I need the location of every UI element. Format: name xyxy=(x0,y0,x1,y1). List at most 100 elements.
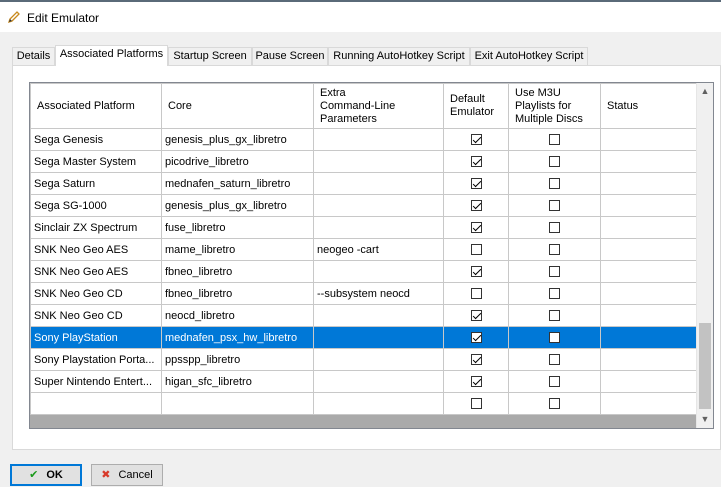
cell-m3u[interactable] xyxy=(508,282,601,305)
cell-core[interactable]: fbneo_libretro xyxy=(161,260,314,283)
column-header-status[interactable]: Status xyxy=(600,83,698,129)
cell-status[interactable] xyxy=(600,304,698,327)
use-m3u-checkbox[interactable] xyxy=(549,266,560,278)
cell-params[interactable] xyxy=(313,172,444,195)
column-header-params[interactable]: Extra Command-Line Parameters xyxy=(313,83,444,129)
cell-default[interactable] xyxy=(443,128,509,151)
cell-status[interactable] xyxy=(600,238,698,261)
default-emulator-checkbox[interactable] xyxy=(470,134,482,146)
cell-status[interactable] xyxy=(600,392,698,415)
cell-platform[interactable]: Sony Playstation Porta... xyxy=(30,348,162,371)
scroll-up-icon[interactable]: ▲ xyxy=(697,83,713,100)
table-row[interactable]: Sony Playstation Porta... ppsspp_libretro xyxy=(30,348,698,371)
cell-core[interactable]: fuse_libretro xyxy=(161,216,314,239)
table-row[interactable]: SNK Neo Geo CD fbneo_libretro --subsystem … xyxy=(30,282,698,305)
cell-m3u[interactable] xyxy=(508,216,601,239)
cell-status[interactable] xyxy=(600,348,698,371)
tab-details[interactable]: Details xyxy=(12,47,55,65)
cell-default[interactable] xyxy=(443,370,509,393)
use-m3u-checkbox[interactable] xyxy=(549,398,560,410)
cell-default[interactable] xyxy=(443,348,509,371)
cell-platform[interactable]: SNK Neo Geo CD xyxy=(30,282,162,305)
cell-default[interactable] xyxy=(443,150,509,173)
cell-status[interactable] xyxy=(600,194,698,217)
cell-core[interactable]: picodrive_libretro xyxy=(161,150,314,173)
tab-startup-screen[interactable]: Startup Screen xyxy=(168,47,252,65)
use-m3u-checkbox[interactable] xyxy=(549,200,560,212)
cancel-button[interactable]: ✖ Cancel xyxy=(91,464,163,486)
cell-default[interactable] xyxy=(443,282,509,305)
cell-core[interactable]: ppsspp_libretro xyxy=(161,348,314,371)
table-row[interactable]: SNK Neo Geo CD neocd_libretro xyxy=(30,304,698,327)
cell-default[interactable] xyxy=(443,238,509,261)
cell-status[interactable] xyxy=(600,370,698,393)
table-row[interactable]: Sinclair ZX Spectrum fuse_libretro xyxy=(30,216,698,239)
cell-m3u[interactable] xyxy=(508,238,601,261)
cell-platform[interactable]: SNK Neo Geo AES xyxy=(30,260,162,283)
default-emulator-checkbox[interactable] xyxy=(470,200,482,212)
use-m3u-checkbox[interactable] xyxy=(549,310,560,322)
cell-core[interactable]: mednafen_saturn_libretro xyxy=(161,172,314,195)
cell-platform[interactable]: Sony PlayStation xyxy=(30,326,162,349)
table-row[interactable]: Sega Saturn mednafen_saturn_libretro xyxy=(30,172,698,195)
column-header-platform[interactable]: Associated Platform xyxy=(30,83,162,129)
vertical-scrollbar[interactable]: ▲ ▼ xyxy=(696,83,713,428)
cell-default[interactable] xyxy=(443,304,509,327)
cell-params[interactable] xyxy=(313,216,444,239)
cell-platform[interactable] xyxy=(30,392,162,415)
cell-params[interactable] xyxy=(313,194,444,217)
cell-m3u[interactable] xyxy=(508,392,601,415)
cell-default[interactable] xyxy=(443,260,509,283)
table-row[interactable]: Sony PlayStation mednafen_psx_hw_libretro xyxy=(30,326,698,349)
cell-core[interactable]: higan_sfc_libretro xyxy=(161,370,314,393)
tab-exit-autohotkey-script[interactable]: Exit AutoHotkey Script xyxy=(470,47,588,65)
cell-params[interactable]: --subsystem neocd xyxy=(313,282,444,305)
cell-platform[interactable]: Sega Genesis xyxy=(30,128,162,151)
cell-default[interactable] xyxy=(443,194,509,217)
cell-params[interactable] xyxy=(313,304,444,327)
cell-params[interactable] xyxy=(313,370,444,393)
default-emulator-checkbox[interactable] xyxy=(470,156,482,168)
scroll-down-icon[interactable]: ▼ xyxy=(697,411,713,428)
default-emulator-checkbox[interactable] xyxy=(470,398,482,410)
cell-core[interactable]: mame_libretro xyxy=(161,238,314,261)
cell-params[interactable] xyxy=(313,150,444,173)
cell-m3u[interactable] xyxy=(508,304,601,327)
cell-m3u[interactable] xyxy=(508,370,601,393)
use-m3u-checkbox[interactable] xyxy=(549,354,560,366)
default-emulator-checkbox[interactable] xyxy=(470,266,482,278)
default-emulator-checkbox[interactable] xyxy=(470,288,482,300)
cell-status[interactable] xyxy=(600,128,698,151)
table-row[interactable] xyxy=(30,392,698,415)
use-m3u-checkbox[interactable] xyxy=(549,288,560,300)
ok-button[interactable]: ✔ OK xyxy=(10,464,82,486)
platforms-grid[interactable]: Associated Platform Core Extra Command-L… xyxy=(29,82,714,429)
cell-status[interactable] xyxy=(600,172,698,195)
cell-status[interactable] xyxy=(600,216,698,239)
cell-status[interactable] xyxy=(600,260,698,283)
cell-status[interactable] xyxy=(600,282,698,305)
cell-status[interactable] xyxy=(600,150,698,173)
cell-core[interactable]: fbneo_libretro xyxy=(161,282,314,305)
use-m3u-checkbox[interactable] xyxy=(549,134,560,146)
default-emulator-checkbox[interactable] xyxy=(470,332,482,344)
cell-core[interactable]: neocd_libretro xyxy=(161,304,314,327)
cell-status[interactable] xyxy=(600,326,698,349)
use-m3u-checkbox[interactable] xyxy=(549,178,560,190)
cell-params[interactable] xyxy=(313,348,444,371)
table-row[interactable]: Sega Genesis genesis_plus_gx_libretro xyxy=(30,128,698,151)
cell-m3u[interactable] xyxy=(508,260,601,283)
default-emulator-checkbox[interactable] xyxy=(470,222,482,234)
cell-platform[interactable]: Sega Master System xyxy=(30,150,162,173)
cell-platform[interactable]: Sega Saturn xyxy=(30,172,162,195)
cell-core[interactable] xyxy=(161,392,314,415)
cell-m3u[interactable] xyxy=(508,128,601,151)
cell-params[interactable] xyxy=(313,260,444,283)
default-emulator-checkbox[interactable] xyxy=(470,376,482,388)
use-m3u-checkbox[interactable] xyxy=(549,376,560,388)
default-emulator-checkbox[interactable] xyxy=(470,354,482,366)
cell-default[interactable] xyxy=(443,172,509,195)
cell-m3u[interactable] xyxy=(508,172,601,195)
cell-core[interactable]: genesis_plus_gx_libretro xyxy=(161,128,314,151)
column-header-default[interactable]: Default Emulator xyxy=(443,83,509,129)
